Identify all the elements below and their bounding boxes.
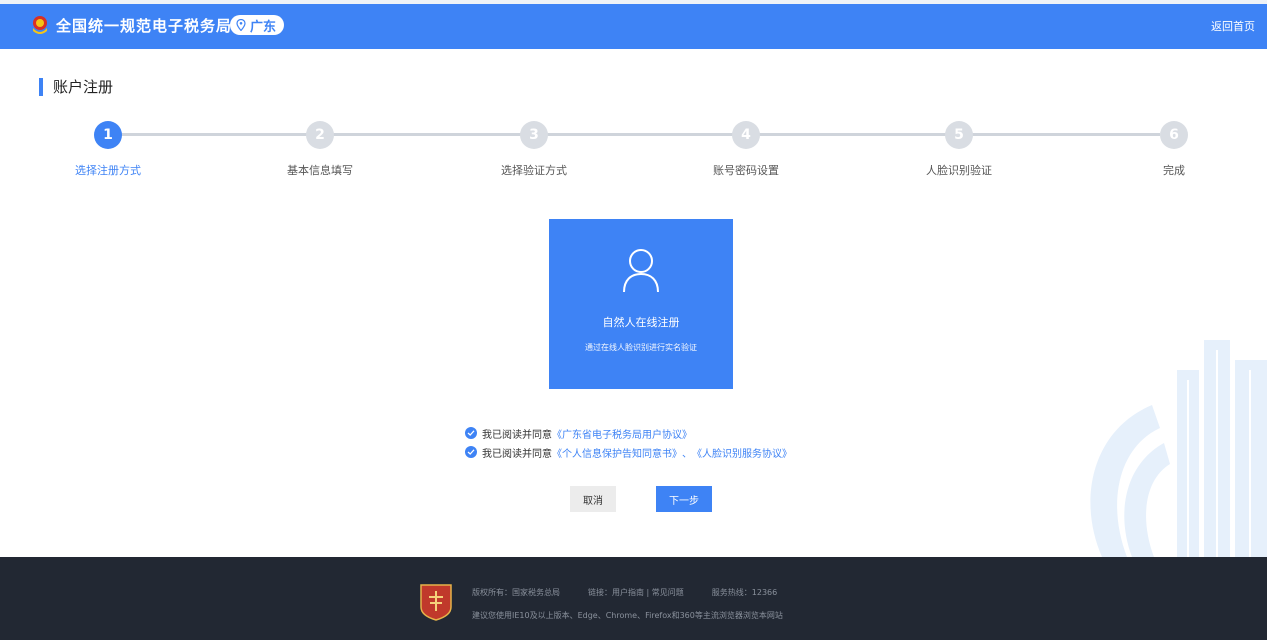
step-label-3: 选择验证方式 xyxy=(501,164,567,177)
user-icon xyxy=(623,249,659,293)
region-label: 广东 xyxy=(250,19,277,35)
card-title: 自然人在线注册 xyxy=(602,316,680,329)
step-circle-2: 2 xyxy=(306,121,334,149)
agreement-prefix-2: 我已阅读并同意 xyxy=(482,448,552,460)
step-label-6: 完成 xyxy=(1163,164,1185,177)
privacy-consent-link[interactable]: 《个人信息保护告知同意书》 xyxy=(552,445,682,460)
step-label-4: 账号密码设置 xyxy=(713,164,779,177)
region-selector[interactable]: 广东 xyxy=(230,15,285,35)
step-label-2: 基本信息填写 xyxy=(287,164,353,177)
registration-stepper: 1 2 3 4 5 6 选择注册方式 基本信息填写 选择验证方式 账号密码设置 … xyxy=(0,120,1267,180)
decorative-building-graphic xyxy=(1090,340,1267,557)
tax-badge-icon xyxy=(420,584,452,621)
check-icon xyxy=(467,449,475,455)
footer-info-line: 版权所有：国家税务总局 链接：用户指南 | 常见问题 服务热线：12366 xyxy=(472,587,805,598)
user-agreement-link[interactable]: 《广东省电子税务局用户协议》 xyxy=(552,426,692,441)
agreement-separator: 、 xyxy=(682,448,692,460)
agreement-row-2: 我已阅读并同意 《个人信息保护告知同意书》 、 《人脸识别服务协议》 xyxy=(465,444,792,460)
footer-copyright: 版权所有：国家税务总局 xyxy=(472,588,560,597)
site-title[interactable]: 全国统一规范电子税务局 xyxy=(56,15,232,36)
footer-links[interactable]: 链接：用户指南 | 常见问题 xyxy=(588,588,684,597)
step-label-5: 人脸识别验证 xyxy=(926,164,992,177)
header: 全国统一规范电子税务局 广东 返回首页 xyxy=(0,0,1267,49)
footer-hotline: 服务热线：12366 xyxy=(711,588,778,597)
agreement-prefix-1: 我已阅读并同意 xyxy=(482,429,552,441)
return-home-link[interactable]: 返回首页 xyxy=(1211,18,1255,34)
browser-strip xyxy=(0,0,1267,4)
step-circle-4: 4 xyxy=(732,121,760,149)
agreement-checkbox-2[interactable] xyxy=(465,446,477,458)
step-circle-3: 3 xyxy=(520,121,548,149)
stepper-track xyxy=(110,133,1160,136)
next-step-button[interactable]: 下一步 xyxy=(656,486,712,512)
natural-person-register-card[interactable]: 自然人在线注册 通过在线人脸识别进行实名验证 xyxy=(549,219,733,389)
cancel-button[interactable]: 取消 xyxy=(570,486,616,512)
check-icon xyxy=(467,430,475,436)
card-subtitle: 通过在线人脸识别进行实名验证 xyxy=(585,343,697,352)
page-title: 账户注册 xyxy=(39,78,113,96)
agreement-row-1: 我已阅读并同意 《广东省电子税务局用户协议》 xyxy=(465,425,692,441)
footer-browser-tip: 建议您使用IE10及以上版本、Edge、Chrome、Firefox和360等主… xyxy=(472,611,783,620)
face-recognition-agreement-link[interactable]: 《人脸识别服务协议》 xyxy=(692,445,792,460)
agreement-checkbox-1[interactable] xyxy=(465,427,477,439)
step-circle-6: 6 xyxy=(1160,121,1188,149)
step-circle-1: 1 xyxy=(94,121,122,149)
location-pin-icon xyxy=(236,19,246,31)
step-label-1: 选择注册方式 xyxy=(75,164,141,177)
tax-emblem-icon xyxy=(33,16,47,34)
step-circle-5: 5 xyxy=(945,121,973,149)
footer: 版权所有：国家税务总局 链接：用户指南 | 常见问题 服务热线：12366 建议您使… xyxy=(0,557,1267,640)
